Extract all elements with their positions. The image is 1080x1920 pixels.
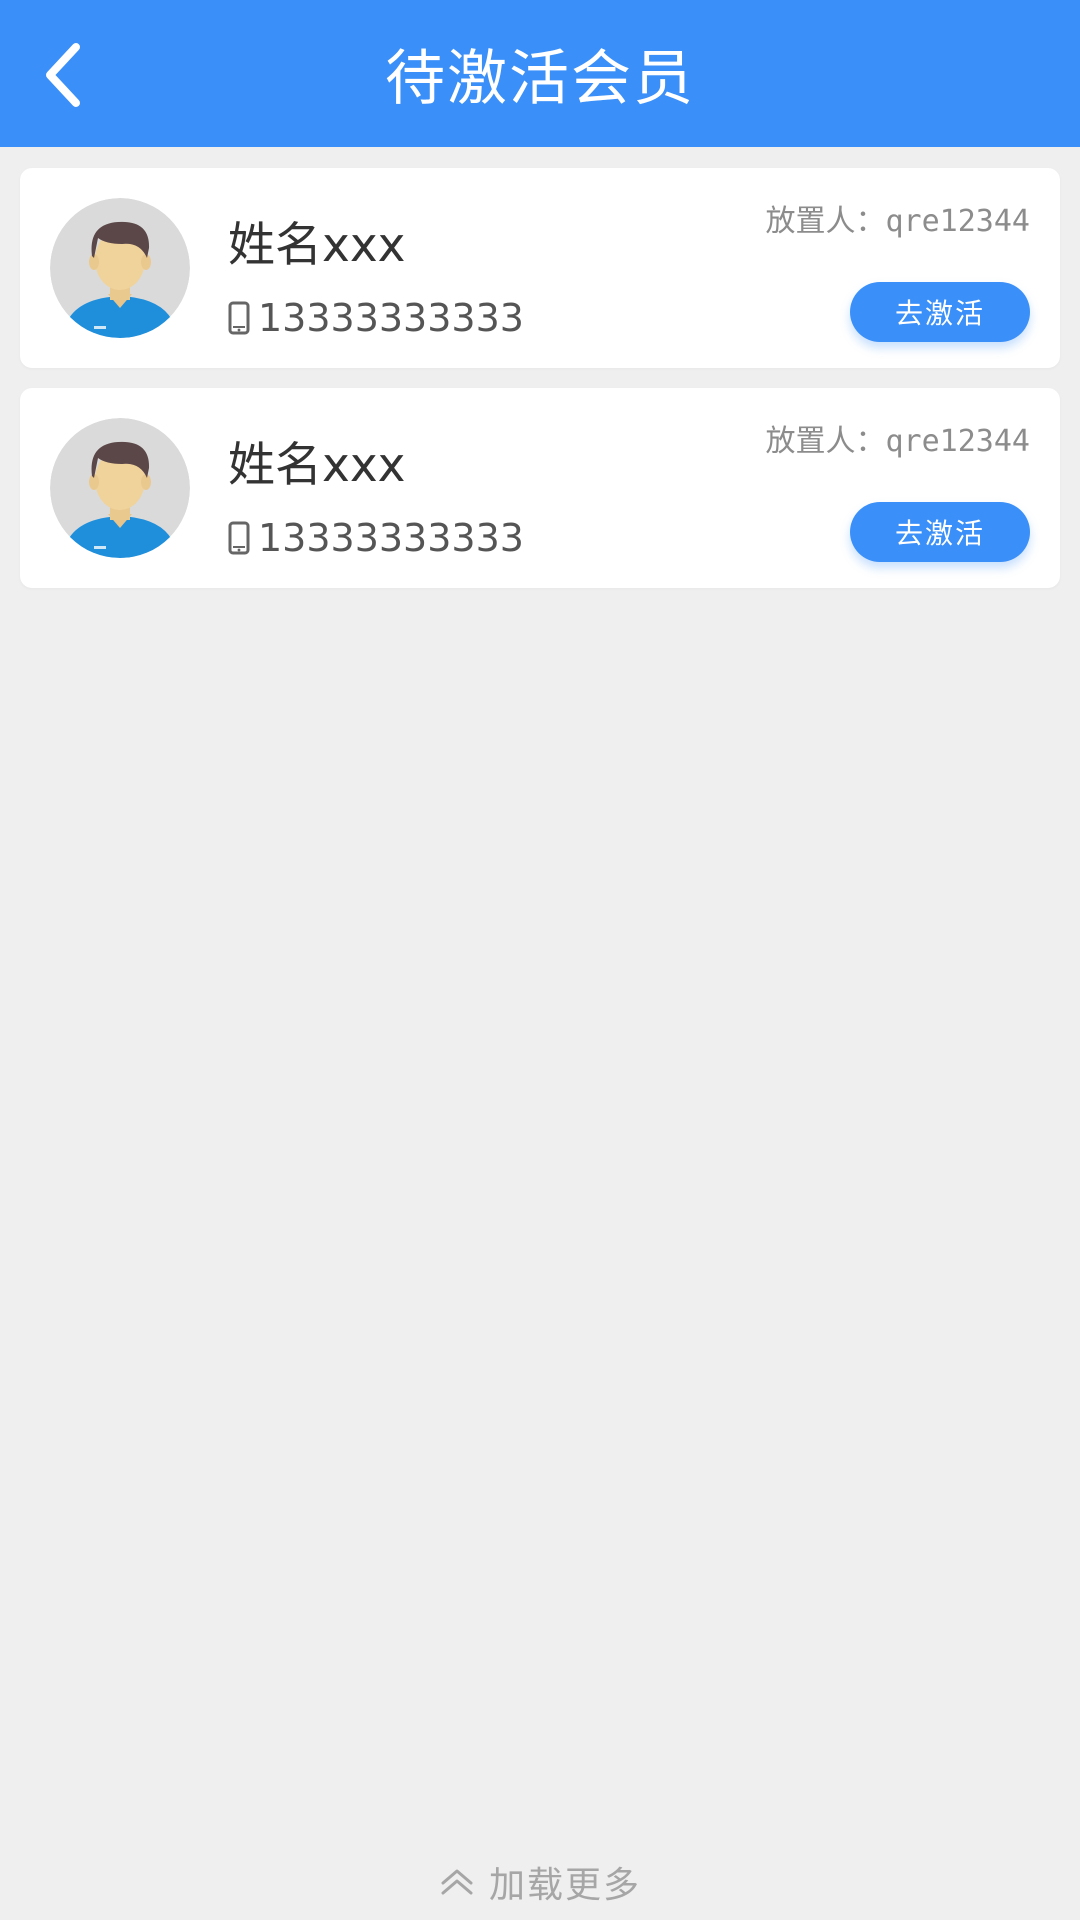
member-card: 姓名xxx 13333333333 放置人：qre12344 去激活 <box>20 168 1060 368</box>
mobile-phone-icon <box>228 521 250 555</box>
mobile-phone-icon <box>228 301 250 335</box>
member-name: 姓名xxx <box>228 218 406 273</box>
member-phone: 13333333333 <box>258 516 524 560</box>
double-chevron-up-icon <box>439 1867 475 1897</box>
load-more-button[interactable]: 加载更多 <box>0 1852 1080 1912</box>
member-phone: 13333333333 <box>258 296 524 340</box>
male-avatar-icon <box>50 418 190 558</box>
page-title: 待激活会员 <box>385 44 695 114</box>
back-button[interactable] <box>28 30 98 120</box>
member-phone-row: 13333333333 <box>228 513 524 563</box>
member-phone-row: 13333333333 <box>228 293 524 343</box>
member-name: 姓名xxx <box>228 438 406 493</box>
activate-button[interactable]: 去激活 <box>850 282 1030 342</box>
male-avatar-icon <box>50 198 190 338</box>
top-app-bar: 待激活会员 <box>0 0 1080 147</box>
member-card: 姓名xxx 13333333333 放置人：qre12344 去激活 <box>20 388 1060 588</box>
placer-label: 放置人：qre12344 <box>765 204 1031 239</box>
activate-button[interactable]: 去激活 <box>850 502 1030 562</box>
load-more-label: 加载更多 <box>488 1865 641 1906</box>
placer-label: 放置人：qre12344 <box>765 424 1031 459</box>
chevron-left-icon <box>46 43 80 107</box>
